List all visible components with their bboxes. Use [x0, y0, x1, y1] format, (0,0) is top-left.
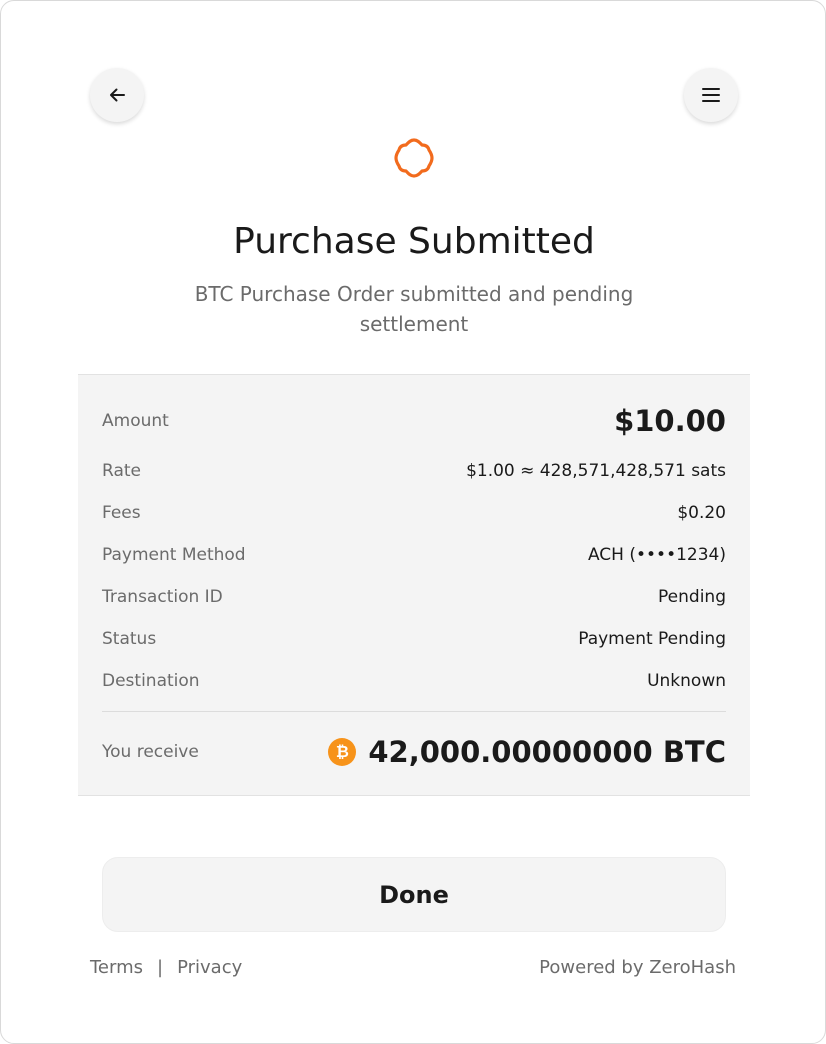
- order-details-panel: Amount $10.00 Rate $1.00 ≈ 428,571,428,5…: [78, 374, 750, 796]
- powered-by-text: Powered by ZeroHash: [539, 957, 736, 978]
- details-divider: [102, 711, 726, 712]
- fees-label: Fees: [102, 503, 141, 523]
- page-subtitle: BTC Purchase Order submitted and pending…: [194, 282, 634, 336]
- bitcoin-icon: ₿: [328, 738, 357, 766]
- amount-row: Amount $10.00: [102, 403, 726, 439]
- purchase-confirmation-card: Purchase Submitted BTC Purchase Order su…: [0, 0, 826, 1044]
- destination-row: Destination Unknown: [102, 669, 726, 693]
- hamburger-menu-icon: [702, 88, 720, 102]
- menu-button[interactable]: [684, 68, 738, 122]
- destination-label: Destination: [102, 671, 200, 691]
- status-label: Status: [102, 629, 157, 649]
- payment-method-label: Payment Method: [102, 545, 246, 565]
- page-title: Purchase Submitted: [233, 221, 595, 262]
- done-button[interactable]: Done: [102, 857, 726, 932]
- rate-row: Rate $1.00 ≈ 428,571,428,571 sats: [102, 459, 726, 483]
- receive-amount: ₿ 42,000.00000000 BTC: [328, 735, 726, 769]
- payment-method-row: Payment Method ACH (••••1234): [102, 543, 726, 567]
- privacy-link[interactable]: Privacy: [177, 957, 242, 978]
- fees-row: Fees $0.20: [102, 501, 726, 525]
- receive-label: You receive: [102, 742, 199, 762]
- pending-spinner-icon: [394, 138, 434, 178]
- payment-method-value: ACH (••••1234): [587, 545, 726, 565]
- status-value: Payment Pending: [578, 629, 726, 649]
- footer-separator: |: [157, 957, 164, 978]
- terms-link[interactable]: Terms: [90, 957, 143, 978]
- fees-value: $0.20: [677, 503, 726, 523]
- transaction-id-value: Pending: [658, 587, 726, 607]
- receive-value: 42,000.00000000 BTC: [368, 735, 726, 769]
- back-button[interactable]: [90, 68, 144, 122]
- receive-row: You receive ₿ 42,000.00000000 BTC: [102, 733, 726, 771]
- amount-value: $10.00: [614, 404, 726, 438]
- arrow-left-icon: [110, 88, 125, 102]
- footer-links: Terms | Privacy: [90, 957, 242, 978]
- amount-label: Amount: [102, 411, 169, 431]
- rate-label: Rate: [102, 461, 141, 481]
- transaction-id-row: Transaction ID Pending: [102, 585, 726, 609]
- transaction-id-label: Transaction ID: [102, 587, 223, 607]
- rate-value: $1.00 ≈ 428,571,428,571 sats: [466, 461, 726, 481]
- destination-value: Unknown: [647, 671, 726, 691]
- status-row: Status Payment Pending: [102, 627, 726, 651]
